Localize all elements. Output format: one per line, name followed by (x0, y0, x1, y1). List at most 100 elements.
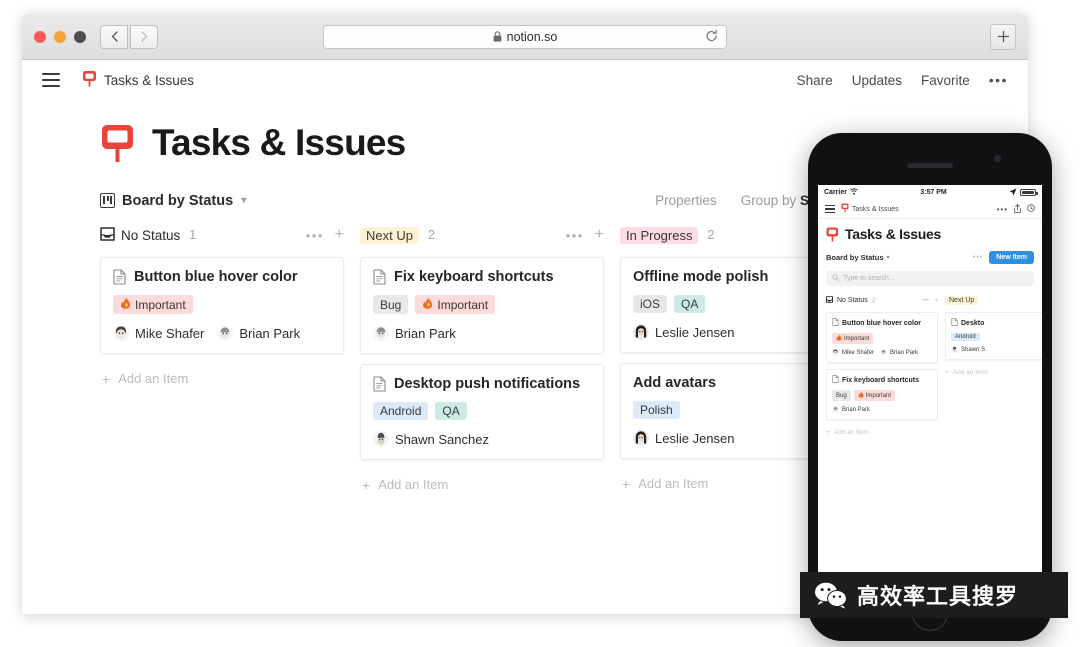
phone-add-item-button[interactable]: + Add an Item (945, 369, 1042, 376)
phone-add-item-button[interactable]: + Add an Item (826, 429, 938, 436)
phone-status-right (1009, 188, 1038, 198)
breadcrumb[interactable]: Tasks & Issues (82, 70, 194, 90)
properties-button[interactable]: Properties (655, 193, 717, 208)
view-selector[interactable]: Board by Status ▾ (100, 193, 246, 209)
ellipsis-icon[interactable]: ••• (997, 205, 1008, 214)
card-tag[interactable]: QA (674, 295, 706, 313)
phone-card-person[interactable]: Brian Park (832, 406, 870, 413)
phone-card-title: Deskto (951, 318, 1042, 328)
card-tag[interactable]: QA (435, 402, 467, 420)
column-title[interactable]: No Status (100, 226, 180, 244)
phone-view-toolbar: Board by Status ▾ ••• New Item (826, 251, 1034, 264)
phone-view-selector[interactable]: Board by Status ▾ (826, 253, 890, 262)
minimize-button[interactable] (54, 30, 66, 43)
new-item-button[interactable]: New Item (989, 251, 1034, 264)
ellipsis-icon[interactable]: ••• (922, 297, 929, 304)
phone-card-person[interactable]: Brian Park (880, 349, 918, 356)
close-button[interactable] (34, 30, 46, 43)
phone-statusbar: Carrier 3:57 PM (818, 185, 1042, 200)
phone-navbar: Tasks & Issues ••• (818, 200, 1042, 219)
card-person-name: Mike Shafer (135, 325, 205, 341)
phone-board-card[interactable]: Deskto Android Shawn S (945, 312, 1042, 360)
card-tag-label: Bug (380, 297, 402, 312)
card-person[interactable]: Shawn Sanchez (373, 431, 489, 447)
card-tag[interactable]: Polish (633, 401, 680, 419)
card-tag[interactable]: Bug (373, 295, 409, 314)
card-tag[interactable]: Important (415, 295, 496, 314)
column-actions: ••• + (566, 227, 604, 243)
column-count: 1 (189, 228, 197, 242)
hamburger-icon[interactable] (825, 205, 835, 213)
card-title: Desktop push notifications (373, 376, 591, 392)
back-button[interactable] (100, 24, 128, 49)
board-card[interactable]: Desktop push notifications Android QA Shawn… (360, 364, 604, 460)
card-person[interactable]: Leslie Jensen (633, 324, 735, 340)
browser-titlebar: notion.so (22, 14, 1028, 60)
phone-board-column-no-status: No Status 2 ••• + Button blue hover color Imp… (826, 295, 938, 436)
navigation-buttons[interactable] (100, 24, 158, 49)
notion-topbar: Tasks & Issues Share Updates Favorite ••… (22, 60, 1028, 100)
page-icon (832, 318, 839, 328)
add-item-button[interactable]: + Add an Item (100, 371, 344, 386)
share-icon[interactable] (1014, 203, 1021, 215)
board-card[interactable]: Button blue hover color Important Mike Sha… (100, 257, 344, 354)
phone-card-person-name: Brian Park (842, 406, 871, 413)
favorite-button[interactable]: Favorite (921, 73, 970, 88)
phone-card-tags: Bug Important (832, 390, 932, 401)
card-person[interactable]: Brian Park (373, 325, 456, 341)
add-item-button[interactable]: + Add an Item (360, 477, 604, 492)
card-person[interactable]: Mike Shafer (113, 325, 204, 341)
card-person-name: Shawn Sanchez (395, 431, 489, 447)
share-button[interactable]: Share (797, 73, 833, 88)
wifi-icon (850, 188, 858, 197)
breadcrumb-label: Tasks & Issues (104, 72, 195, 88)
new-tab-button[interactable] (990, 23, 1016, 50)
phone-add-item-label: Add an Item (952, 369, 988, 376)
column-title[interactable]: Next Up (360, 226, 419, 244)
phone-card-person[interactable]: Mike Shafer (832, 349, 874, 356)
ellipsis-icon[interactable]: ••• (566, 228, 584, 243)
ellipsis-icon[interactable]: ••• (973, 254, 983, 261)
updates-button[interactable]: Updates (852, 73, 902, 88)
phone-board-card[interactable]: Fix keyboard shortcuts Bug Important Brian … (826, 369, 938, 420)
ellipsis-icon[interactable]: ••• (306, 228, 324, 243)
chevron-left-icon (111, 31, 118, 42)
phone-card-tag-label: Bug (836, 392, 847, 399)
phone-board-card[interactable]: Button blue hover color Important Mike Sha… (826, 312, 938, 363)
board-card[interactable]: Fix keyboard shortcuts Bug Important Brian … (360, 257, 604, 354)
phone-card-tags: Important (832, 333, 932, 344)
column-title[interactable]: In Progress (620, 226, 699, 244)
card-person[interactable]: Brian Park (217, 325, 300, 341)
forward-button[interactable] (130, 24, 158, 49)
page-icon (951, 318, 958, 328)
phone-add-item-label: Add an Item (833, 429, 869, 436)
phone-card-tag[interactable]: Important (832, 333, 874, 344)
column-actions: ••• + (306, 227, 344, 243)
card-person[interactable]: Leslie Jensen (633, 430, 735, 446)
maximize-button[interactable] (74, 30, 86, 43)
plus-icon[interactable]: + (335, 227, 344, 243)
card-tag[interactable]: iOS (633, 295, 668, 313)
plus-icon[interactable]: + (934, 297, 938, 304)
window-controls[interactable] (34, 30, 86, 43)
plus-icon[interactable]: + (595, 227, 604, 243)
address-bar[interactable]: notion.so (323, 24, 727, 49)
chevron-right-icon (140, 31, 147, 42)
page-icon (113, 269, 126, 285)
avatar (217, 325, 234, 341)
phone-card-person[interactable]: Shawn S (951, 346, 985, 353)
phone-card-tag[interactable]: Important (853, 390, 896, 401)
phone-card-tag[interactable]: Android (951, 333, 980, 341)
phone-card-tag[interactable]: Bug (832, 390, 851, 401)
phone-card-title: Button blue hover color (832, 318, 932, 328)
phone-search-input[interactable]: Type to search... (826, 271, 1034, 286)
phone-breadcrumb[interactable]: Tasks & Issues (841, 203, 899, 215)
reload-icon[interactable] (705, 29, 718, 44)
phone-column-name: No Status (837, 297, 868, 304)
clock-icon[interactable] (1027, 204, 1035, 214)
card-tag[interactable]: Android (373, 402, 429, 420)
card-tag[interactable]: Important (113, 295, 193, 314)
more-options-button[interactable]: ••• (989, 72, 1008, 88)
chevron-down-icon: ▾ (886, 255, 890, 261)
hamburger-icon[interactable] (42, 73, 60, 87)
